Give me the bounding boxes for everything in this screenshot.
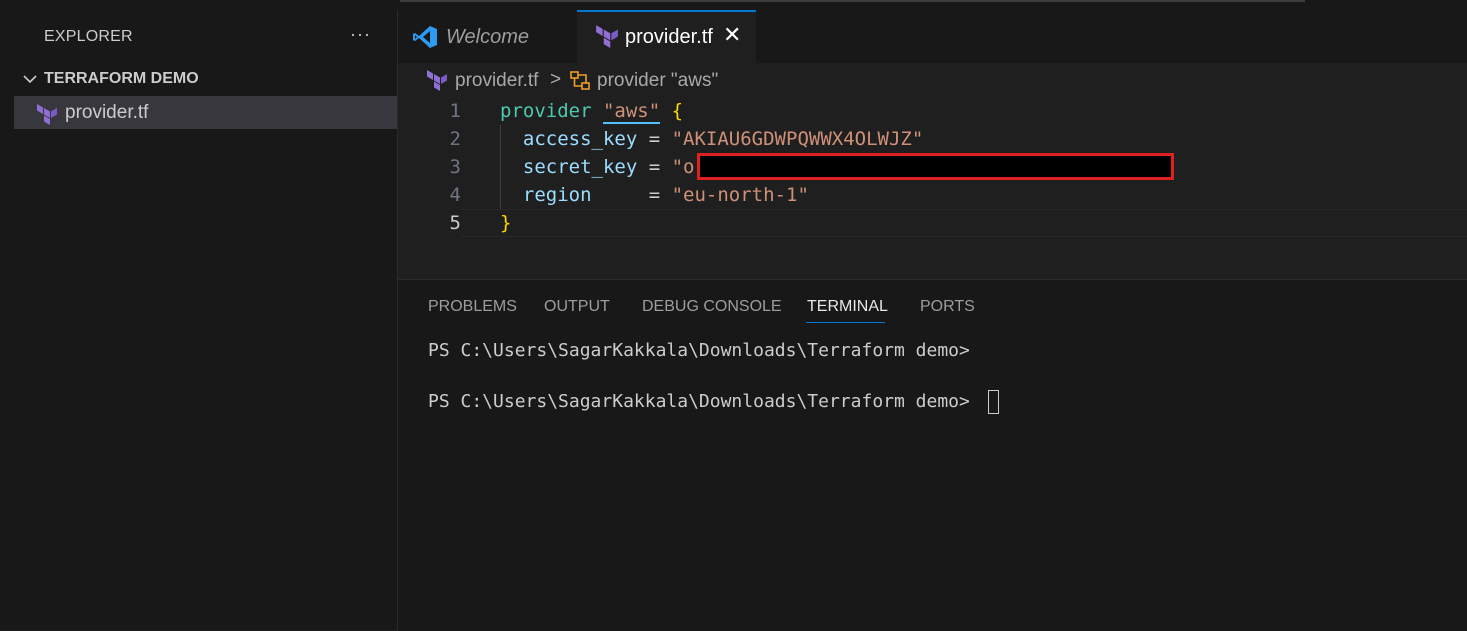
terminal-cursor[interactable] — [988, 390, 999, 414]
bottom-panel: PROBLEMS OUTPUT DEBUG CONSOLE TERMINAL P… — [398, 279, 1467, 631]
breadcrumb-file[interactable]: provider.tf — [455, 70, 538, 92]
attribute: secret_key — [522, 156, 638, 178]
code-editor[interactable]: 1 provider "aws" { 2 access_key = "AKIAU… — [398, 97, 1467, 279]
code-text: } — [500, 209, 511, 237]
attribute: access_key — [522, 128, 638, 150]
string: "AKIAU6GDWPQWWX4OLWJZ" — [671, 128, 924, 150]
more-actions-icon[interactable]: ··· — [350, 25, 376, 46]
code-line: 1 provider "aws" { — [398, 97, 1467, 125]
operator: = — [637, 156, 672, 178]
explorer-title: EXPLORER — [44, 28, 133, 45]
terraform-icon — [36, 103, 58, 130]
attribute: region — [522, 184, 592, 206]
explorer-sidebar: EXPLORER ··· TERRAFORM DEMO provider.tf — [0, 10, 398, 630]
brace: } — [500, 212, 512, 234]
title-bar-divider — [400, 0, 1305, 2]
terraform-icon — [595, 24, 619, 53]
code-line: 2 access_key = "AKIAU6GDWPQWWX4OLWJZ" — [398, 125, 1467, 153]
terminal-line: PS C:\Users\SagarKakkala\Downloads\Terra… — [428, 391, 970, 412]
string: "aws" — [602, 100, 661, 124]
code-text: provider "aws" { — [500, 97, 683, 125]
tab-problems[interactable]: PROBLEMS — [428, 298, 517, 316]
tab-label: provider.tf — [625, 26, 713, 48]
keyword: provider — [500, 100, 592, 122]
redaction-box — [697, 153, 1174, 180]
code-line: 4 region = "eu-north-1" — [398, 181, 1467, 209]
symbol-structure-icon — [569, 70, 591, 97]
code-text: access_key = "AKIAU6GDWPQWWX4OLWJZ" — [500, 125, 923, 153]
tab-label: Welcome — [446, 26, 529, 48]
tab-welcome[interactable]: Welcome — [398, 10, 578, 63]
tab-ports[interactable]: PORTS — [920, 298, 975, 316]
tab-debug-console[interactable]: DEBUG CONSOLE — [642, 298, 782, 316]
close-icon[interactable]: ✕ — [723, 24, 741, 46]
operator: = — [591, 184, 672, 206]
tab-terminal[interactable]: TERMINAL — [807, 298, 888, 316]
code-line: 5 } — [398, 209, 1467, 237]
active-tab-indicator — [806, 322, 885, 323]
string: "o — [671, 156, 695, 178]
code-text: region = "eu-north-1" — [500, 181, 809, 209]
chevron-right-icon: > — [550, 69, 562, 90]
breadcrumb-symbol[interactable]: provider "aws" — [597, 70, 718, 92]
editor-tab-bar: Welcome provider.tf ✕ — [398, 10, 1467, 63]
line-number: 1 — [449, 100, 461, 122]
file-name: provider.tf — [65, 102, 149, 123]
title-bar-strip — [0, 0, 1467, 10]
activity-bar-edge — [0, 10, 14, 630]
brace: { — [671, 100, 684, 122]
tab-output[interactable]: OUTPUT — [544, 298, 610, 316]
operator: = — [637, 128, 672, 150]
terraform-icon — [426, 69, 448, 96]
chevron-down-icon — [22, 71, 38, 92]
line-number: 3 — [449, 156, 461, 178]
code-text: secret_key = "o — [500, 153, 695, 181]
line-number: 4 — [449, 184, 461, 206]
string: "eu-north-1" — [671, 184, 809, 206]
line-number: 2 — [449, 128, 461, 150]
terminal-line: PS C:\Users\SagarKakkala\Downloads\Terra… — [428, 340, 970, 361]
vscode-icon — [412, 24, 438, 55]
folder-name: TERRAFORM DEMO — [44, 70, 199, 87]
tab-provider-tf[interactable]: provider.tf ✕ — [577, 10, 756, 63]
line-number: 5 — [449, 212, 461, 234]
breadcrumb: provider.tf > provider "aws" — [398, 63, 1467, 97]
file-item-provider-tf[interactable]: provider.tf — [14, 96, 397, 129]
folder-terraform-demo[interactable]: TERRAFORM DEMO — [14, 68, 397, 92]
